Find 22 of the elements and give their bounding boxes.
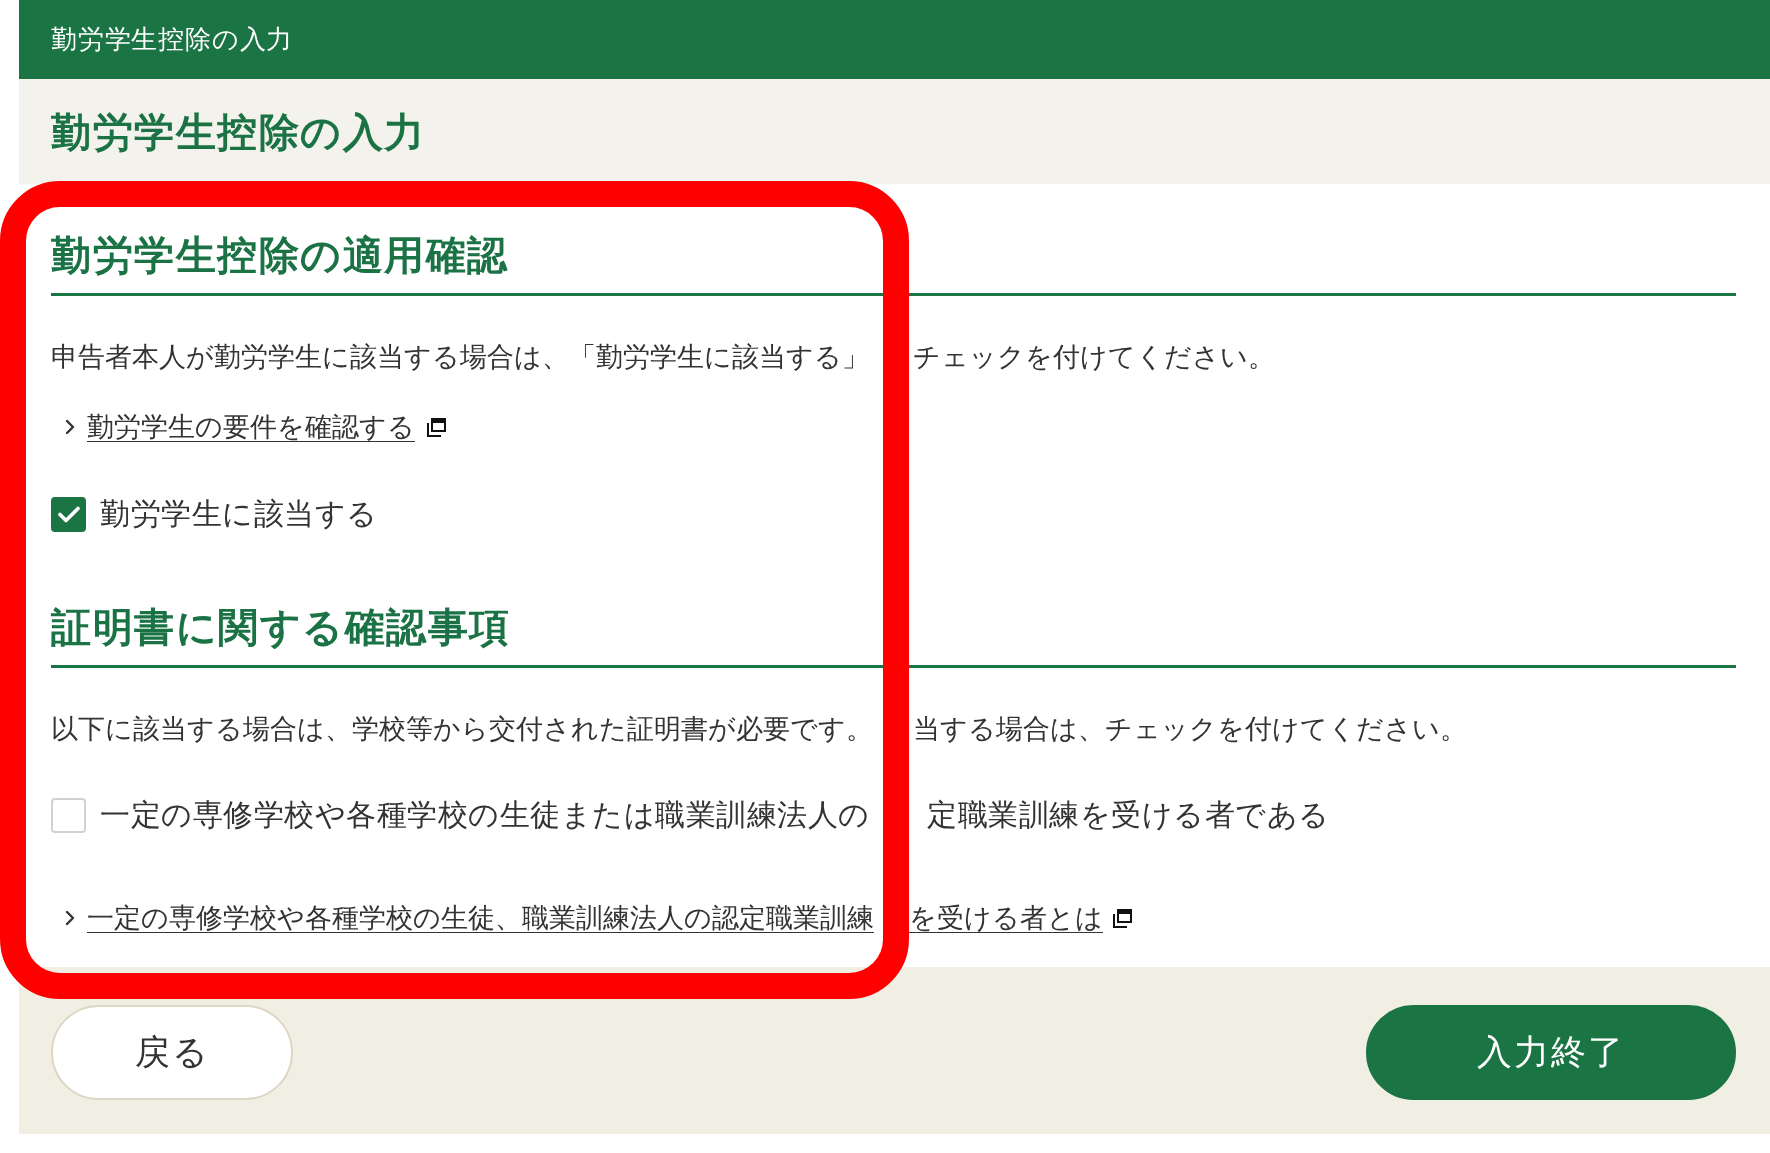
instruction-text: 当する場合は、チェックを付けてください。	[913, 712, 1467, 746]
instruction-text: 以下に該当する場合は、学校等から交付された証明書が必要です。	[51, 712, 873, 746]
section-heading: 証明書に関する確認事項	[51, 603, 511, 651]
section-heading: 勤労学生控除の適用確認	[51, 231, 509, 279]
checkmark-icon	[57, 505, 80, 523]
checkbox-label: 一定の専修学校や各種学校の生徒または職業訓練法人の	[100, 796, 870, 834]
help-link[interactable]: 一定の専修学校や各種学校の生徒、職業訓練法人の認定職業訓練	[87, 898, 874, 938]
page-title: 勤労学生控除の入力	[51, 107, 426, 156]
help-link[interactable]: 勤労学生の要件を確認する	[87, 407, 415, 447]
instruction-text: チェックを付けてください。	[913, 340, 1275, 374]
checkbox-label: 勤労学生に該当する	[100, 495, 378, 533]
window-icon	[1113, 908, 1132, 928]
chevron-right-icon	[65, 419, 75, 435]
finish-button[interactable]: 入力終了	[1366, 1005, 1736, 1100]
checkbox-label: 定職業訓練を受ける者である	[927, 796, 1330, 834]
help-link[interactable]: を受ける者とは	[909, 898, 1103, 938]
chevron-right-icon	[65, 910, 75, 926]
checkbox[interactable]	[51, 496, 86, 532]
window-icon	[427, 417, 446, 437]
instruction-text: 申告者本人が勤労学生に該当する場合は、「勤労学生に該当する」	[51, 340, 869, 374]
back-button[interactable]: 戻る	[51, 1005, 293, 1100]
header-title: 勤労学生控除の入力	[51, 23, 294, 56]
